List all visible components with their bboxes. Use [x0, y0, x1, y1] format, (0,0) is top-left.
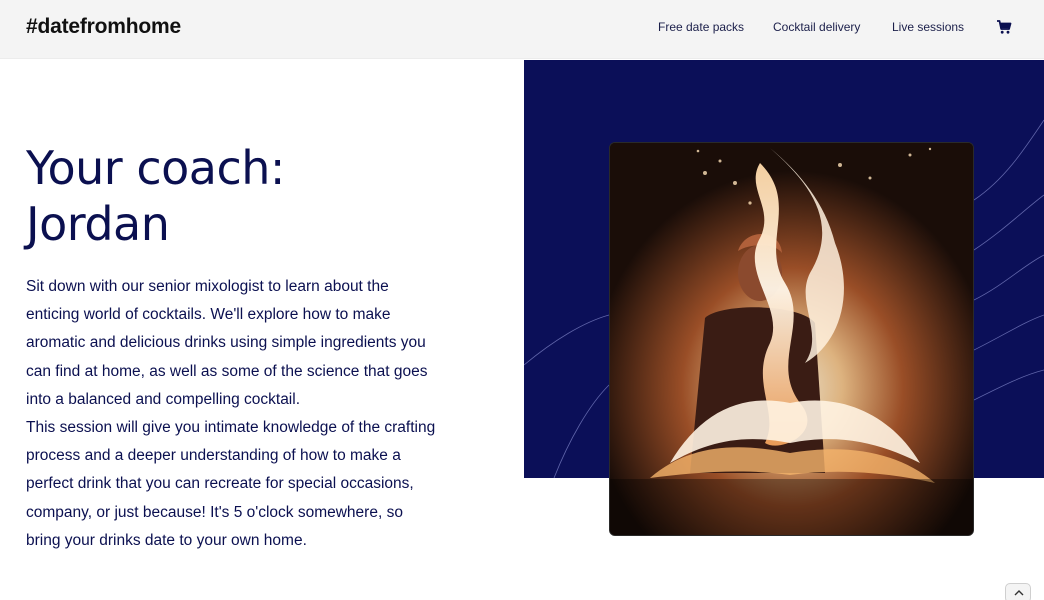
- coach-photo: [609, 142, 974, 536]
- scroll-to-top-button[interactable]: [1005, 583, 1031, 600]
- nav-free-date-packs[interactable]: Free date packs: [658, 20, 744, 34]
- title-line-1: Your coach:: [26, 141, 285, 195]
- site-header: #datefromhome Free date packs Cocktail d…: [0, 0, 1044, 59]
- nav-cocktail-delivery[interactable]: Cocktail delivery: [773, 20, 860, 34]
- description-paragraph-2: This session will give you intimate know…: [26, 419, 436, 549]
- chevron-up-icon: [1014, 590, 1024, 596]
- coach-description: Sit down with our senior mixologist to l…: [26, 273, 436, 555]
- main-nav: Free date packs Cocktail delivery Live s…: [0, 20, 1044, 40]
- nav-live-sessions[interactable]: Live sessions: [892, 20, 964, 34]
- shopping-cart-icon[interactable]: [996, 19, 1012, 35]
- title-line-2: Jordan: [26, 197, 170, 251]
- description-paragraph-1: Sit down with our senior mixologist to l…: [26, 278, 428, 408]
- page-title: Your coach: Jordan: [26, 140, 285, 252]
